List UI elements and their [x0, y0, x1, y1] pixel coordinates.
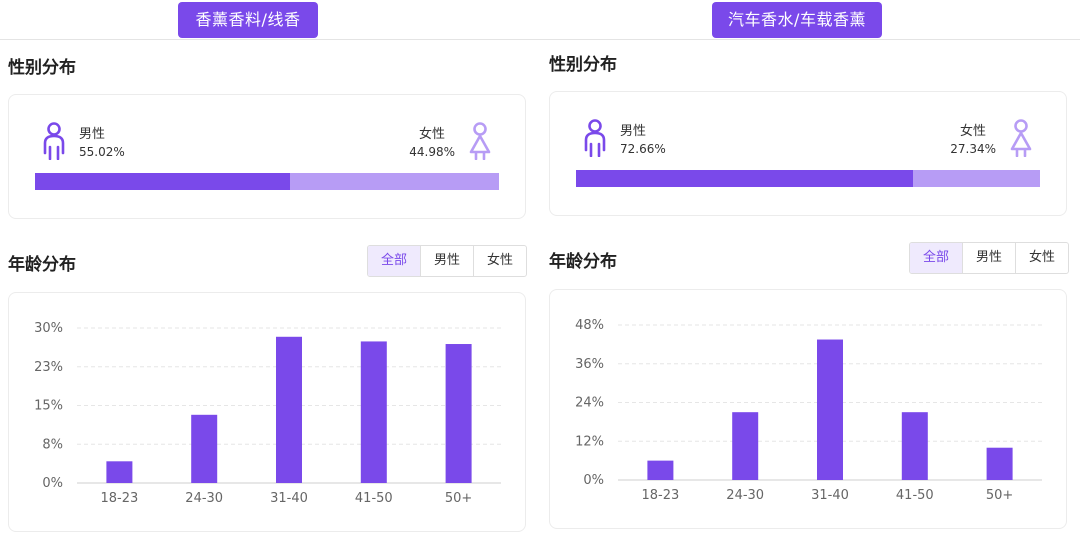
tab-male[interactable]: 男性 [962, 243, 1015, 273]
gender-section-title: 性别分布 [8, 58, 76, 78]
y-tick-label: 23% [34, 360, 63, 375]
age-chart-card: 0% 12% 24% 36% 48% 18-23 24-30 31-40 41-50 50+ [549, 289, 1067, 529]
female-share-bar [290, 173, 499, 190]
male-label: 男性 [79, 127, 106, 142]
age-filter-tabs: 全部 男性 女性 [367, 245, 527, 277]
age-section-title: 年龄分布 [8, 255, 76, 275]
x-tick-label: 31-40 [811, 488, 849, 503]
y-tick-label: 36% [575, 357, 604, 372]
female-percentage: 27.34% [950, 142, 996, 156]
female-label: 女性 [959, 124, 986, 139]
age-bar[interactable] [191, 414, 218, 483]
y-tick-label: 15% [34, 399, 63, 414]
female-share-bar [913, 170, 1040, 187]
tab-all[interactable]: 全部 [368, 246, 420, 276]
x-tick-label: 41-50 [896, 488, 934, 503]
male-share-bar [35, 173, 290, 190]
male-label: 男性 [620, 124, 647, 139]
age-bar[interactable] [276, 336, 302, 483]
x-tick-label: 24-30 [726, 488, 764, 503]
y-tick-label: 30% [34, 321, 63, 336]
y-tick-label: 12% [575, 434, 604, 449]
x-tick-label: 41-50 [355, 491, 393, 506]
panel-right: 性别分布 男性 72.66% 女性 27.34% 年龄分布 全部 男性 女性 0… [549, 40, 1075, 537]
age-bar-chart: 0% 8% 15% 23% 30% 18-23 24-30 31-40 41-50 50+ [34, 321, 501, 506]
age-bar[interactable] [360, 341, 387, 483]
tab-female[interactable]: 女性 [1015, 243, 1068, 273]
age-filter-tabs: 全部 男性 女性 [909, 242, 1069, 274]
age-section-title: 年龄分布 [549, 252, 617, 272]
category-tag-left[interactable]: 香薰香料/线香 [178, 2, 318, 38]
male-percentage: 72.66% [620, 142, 666, 156]
x-tick-label: 50+ [445, 491, 472, 506]
age-bar-chart: 0% 12% 24% 36% 48% 18-23 24-30 31-40 41-50 50+ [575, 318, 1042, 503]
gender-card: 男性 72.66% 女性 27.34% [549, 91, 1067, 216]
x-tick-label: 24-30 [185, 491, 223, 506]
male-share-bar [576, 170, 913, 187]
y-tick-label: 24% [575, 396, 604, 411]
age-bar[interactable] [445, 344, 472, 483]
age-bar[interactable] [647, 460, 674, 480]
age-bar[interactable] [817, 339, 843, 480]
category-tag-right[interactable]: 汽车香水/车载香薰 [712, 2, 882, 38]
tab-female[interactable]: 女性 [473, 246, 526, 276]
male-icon [584, 119, 606, 157]
x-tick-label: 18-23 [642, 488, 680, 503]
female-icon [469, 122, 491, 160]
y-tick-label: 0% [583, 473, 604, 488]
male-icon [43, 122, 65, 160]
y-tick-label: 8% [42, 437, 63, 452]
age-bar[interactable] [732, 412, 759, 480]
female-label: 女性 [418, 127, 445, 142]
age-chart-card: 0% 8% 15% 23% 30% 18-23 24-30 31-40 41-50 50+ [8, 292, 526, 532]
y-tick-label: 0% [42, 476, 63, 491]
female-icon [1010, 119, 1032, 157]
x-tick-label: 18-23 [101, 491, 139, 506]
y-tick-label: 48% [575, 318, 604, 333]
male-percentage: 55.02% [79, 145, 125, 159]
panel-left: 性别分布 男性 55.02% 女性 44.98% 年龄分布 全部 男性 女性 0… [8, 40, 534, 537]
tab-all[interactable]: 全部 [910, 243, 962, 273]
x-tick-label: 31-40 [270, 491, 308, 506]
age-bar[interactable] [986, 447, 1013, 480]
x-tick-label: 50+ [986, 488, 1013, 503]
female-percentage: 44.98% [409, 145, 455, 159]
age-bar[interactable] [106, 461, 133, 483]
gender-card: 男性 55.02% 女性 44.98% [8, 94, 526, 219]
tab-male[interactable]: 男性 [420, 246, 473, 276]
age-bar[interactable] [901, 412, 928, 480]
gender-section-title: 性别分布 [549, 55, 617, 75]
